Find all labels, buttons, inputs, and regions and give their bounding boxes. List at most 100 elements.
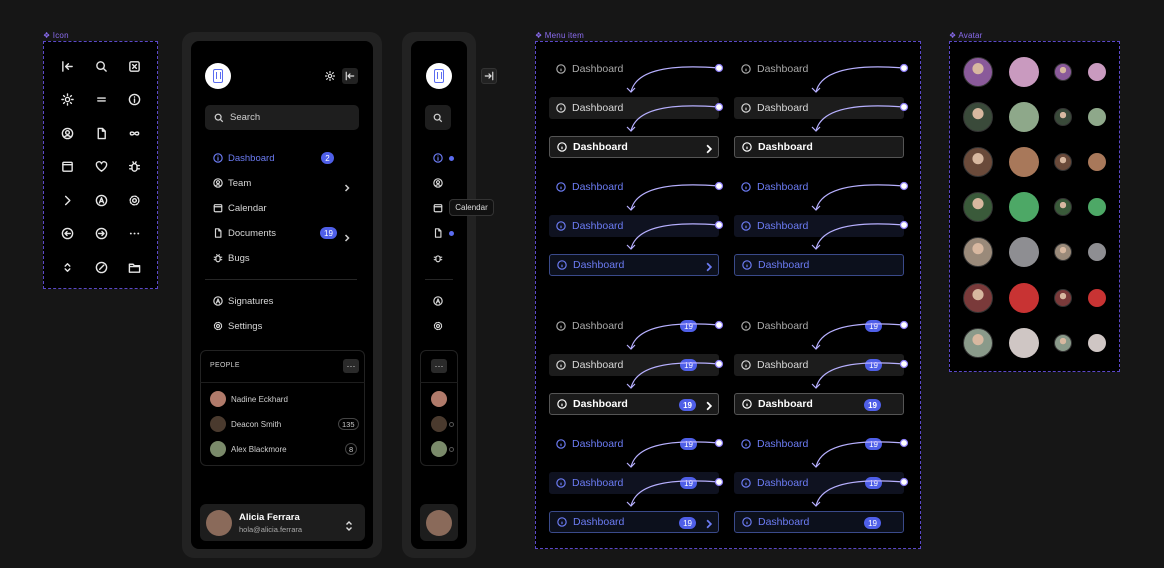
collapsed-item-settings[interactable] [433, 318, 448, 334]
people-menu-button[interactable]: ··· [431, 359, 447, 373]
collapsed-item-dashboard[interactable] [433, 150, 448, 166]
search-input[interactable]: Search [205, 105, 359, 130]
collapsed-item-signatures[interactable] [433, 293, 448, 309]
menu-item-variant[interactable]: Dashboard 19 [734, 433, 904, 455]
arrow-left-to-line-icon [59, 58, 75, 74]
menu-item-label: Dashboard [757, 102, 809, 114]
menu-item-variant[interactable]: Dashboard 19 [549, 354, 719, 376]
count-badge: 19 [865, 438, 882, 450]
person-deacon[interactable]: Deacon Smith [210, 416, 281, 432]
avatar-photo-small [1054, 334, 1072, 352]
avatar-color-large [1009, 283, 1039, 313]
sidebar-item-team[interactable]: Team [213, 175, 251, 191]
avatar [210, 391, 226, 407]
info-icon [557, 517, 567, 527]
avatar-photo-small [1054, 198, 1072, 216]
collapsed-item-calendar[interactable] [433, 200, 448, 216]
sidebar-item-settings[interactable]: Settings [213, 318, 262, 334]
menu-item-label: Dashboard [572, 477, 624, 489]
bug-icon [433, 255, 443, 263]
sidebar-item-calendar[interactable]: Calendar [213, 200, 267, 216]
sidebar-item-documents[interactable]: Documents [213, 225, 276, 241]
avatar-photo-small [1054, 243, 1072, 261]
chevron-right-icon [59, 192, 75, 208]
dashboard-badge: 2 [321, 152, 334, 164]
avatar[interactable] [431, 416, 447, 432]
menu-item-variant[interactable]: Dashboard 19 [734, 315, 904, 337]
collapsed-item-documents[interactable] [433, 225, 448, 241]
info-icon [741, 360, 751, 370]
menu-item-variant[interactable]: Dashboard [734, 136, 904, 158]
person-name: Nadine Eckhard [231, 394, 288, 404]
menu-item-variant[interactable]: Dashboard 19 [734, 511, 904, 533]
info-icon [741, 64, 751, 74]
info-icon [556, 478, 566, 488]
sidebar-item-bugs[interactable]: Bugs [213, 250, 250, 266]
menu-item-variant[interactable]: Dashboard [734, 215, 904, 237]
menu-item-label: Dashboard [573, 516, 625, 528]
avatar-color-small [1088, 198, 1106, 216]
info-icon [741, 182, 751, 192]
person-alex[interactable]: Alex Blackmore [210, 441, 287, 457]
menu-item-variant[interactable]: Dashboard [549, 254, 719, 276]
sidebar-item-label: Team [228, 177, 252, 189]
menu-item-variant[interactable]: Dashboard [734, 97, 904, 119]
avatar[interactable] [431, 441, 447, 457]
menu-item-variant[interactable]: Dashboard [549, 97, 719, 119]
person-name: Alex Blackmore [231, 444, 287, 454]
sun-icon [59, 92, 75, 108]
sidebar-item-label: Settings [228, 320, 263, 332]
menu-item-variant[interactable]: Dashboard [549, 136, 719, 158]
user-circle-icon [433, 178, 443, 188]
menu-item-label: Dashboard [757, 220, 809, 232]
avatar-color-large [1009, 192, 1039, 222]
sidebar-item-dashboard[interactable]: Dashboard [213, 150, 274, 166]
menu-item-variant[interactable]: Dashboard [734, 176, 904, 198]
search-button[interactable] [425, 105, 451, 130]
collapsed-item-team[interactable] [433, 175, 448, 191]
menu-item-variant[interactable]: Dashboard 19 [549, 511, 719, 533]
user-card[interactable] [420, 504, 458, 541]
menu-item-variant[interactable]: Dashboard 19 [734, 472, 904, 494]
collapse-sidebar-button[interactable] [342, 68, 358, 84]
user-email: hola@alicia.ferrara [239, 525, 303, 534]
menu-item-variant[interactable]: Dashboard 19 [549, 433, 719, 455]
menu-item-variant[interactable]: Dashboard [734, 58, 904, 80]
menu-item-variant[interactable]: Dashboard 19 [549, 472, 719, 494]
sidebar-item-signatures[interactable]: Signatures [213, 293, 273, 309]
menu-item-variant[interactable]: Dashboard 19 [549, 393, 719, 415]
avatar [206, 510, 232, 536]
user-circle-icon [59, 125, 75, 141]
menu-item-variant[interactable]: Dashboard 19 [549, 315, 719, 337]
app-logo[interactable] [205, 63, 231, 89]
avatar-photo-small [1054, 108, 1072, 126]
count-badge: 135 [338, 418, 359, 430]
info-icon [557, 142, 567, 152]
collapsed-sidebar: ··· [411, 41, 467, 549]
more-horizontal-icon [126, 226, 142, 242]
collapsed-item-bugs[interactable] [433, 250, 448, 266]
person-nadine[interactable]: Nadine Eckhard [210, 391, 288, 407]
info-icon [742, 517, 752, 527]
sun-icon [325, 71, 335, 81]
menu-item-variant[interactable]: Dashboard 19 [734, 393, 904, 415]
avatar-frame-label: ❖ Avatar [949, 31, 983, 40]
count-badge: 19 [679, 399, 696, 411]
info-icon [556, 321, 566, 331]
user-card[interactable]: Alicia Ferrara hola@alicia.ferrara [200, 504, 365, 541]
expand-sidebar-button[interactable] [481, 68, 497, 84]
chevron-right-icon [704, 519, 713, 529]
icon-frame-label: ❖ Icon [43, 31, 69, 40]
people-menu-button[interactable]: ··· [343, 359, 359, 373]
menu-item-variant[interactable]: Dashboard [734, 254, 904, 276]
menu-item-variant[interactable]: Dashboard [549, 176, 719, 198]
avatar[interactable] [431, 391, 447, 407]
theme-toggle-button[interactable] [322, 68, 338, 84]
info-icon [741, 439, 751, 449]
app-logo[interactable] [426, 63, 452, 89]
menu-item-variant[interactable]: Dashboard [549, 215, 719, 237]
infinity-icon [126, 125, 142, 141]
menu-item-variant[interactable]: Dashboard [549, 58, 719, 80]
menu-item-variant[interactable]: Dashboard 19 [734, 354, 904, 376]
info-icon [557, 399, 567, 409]
